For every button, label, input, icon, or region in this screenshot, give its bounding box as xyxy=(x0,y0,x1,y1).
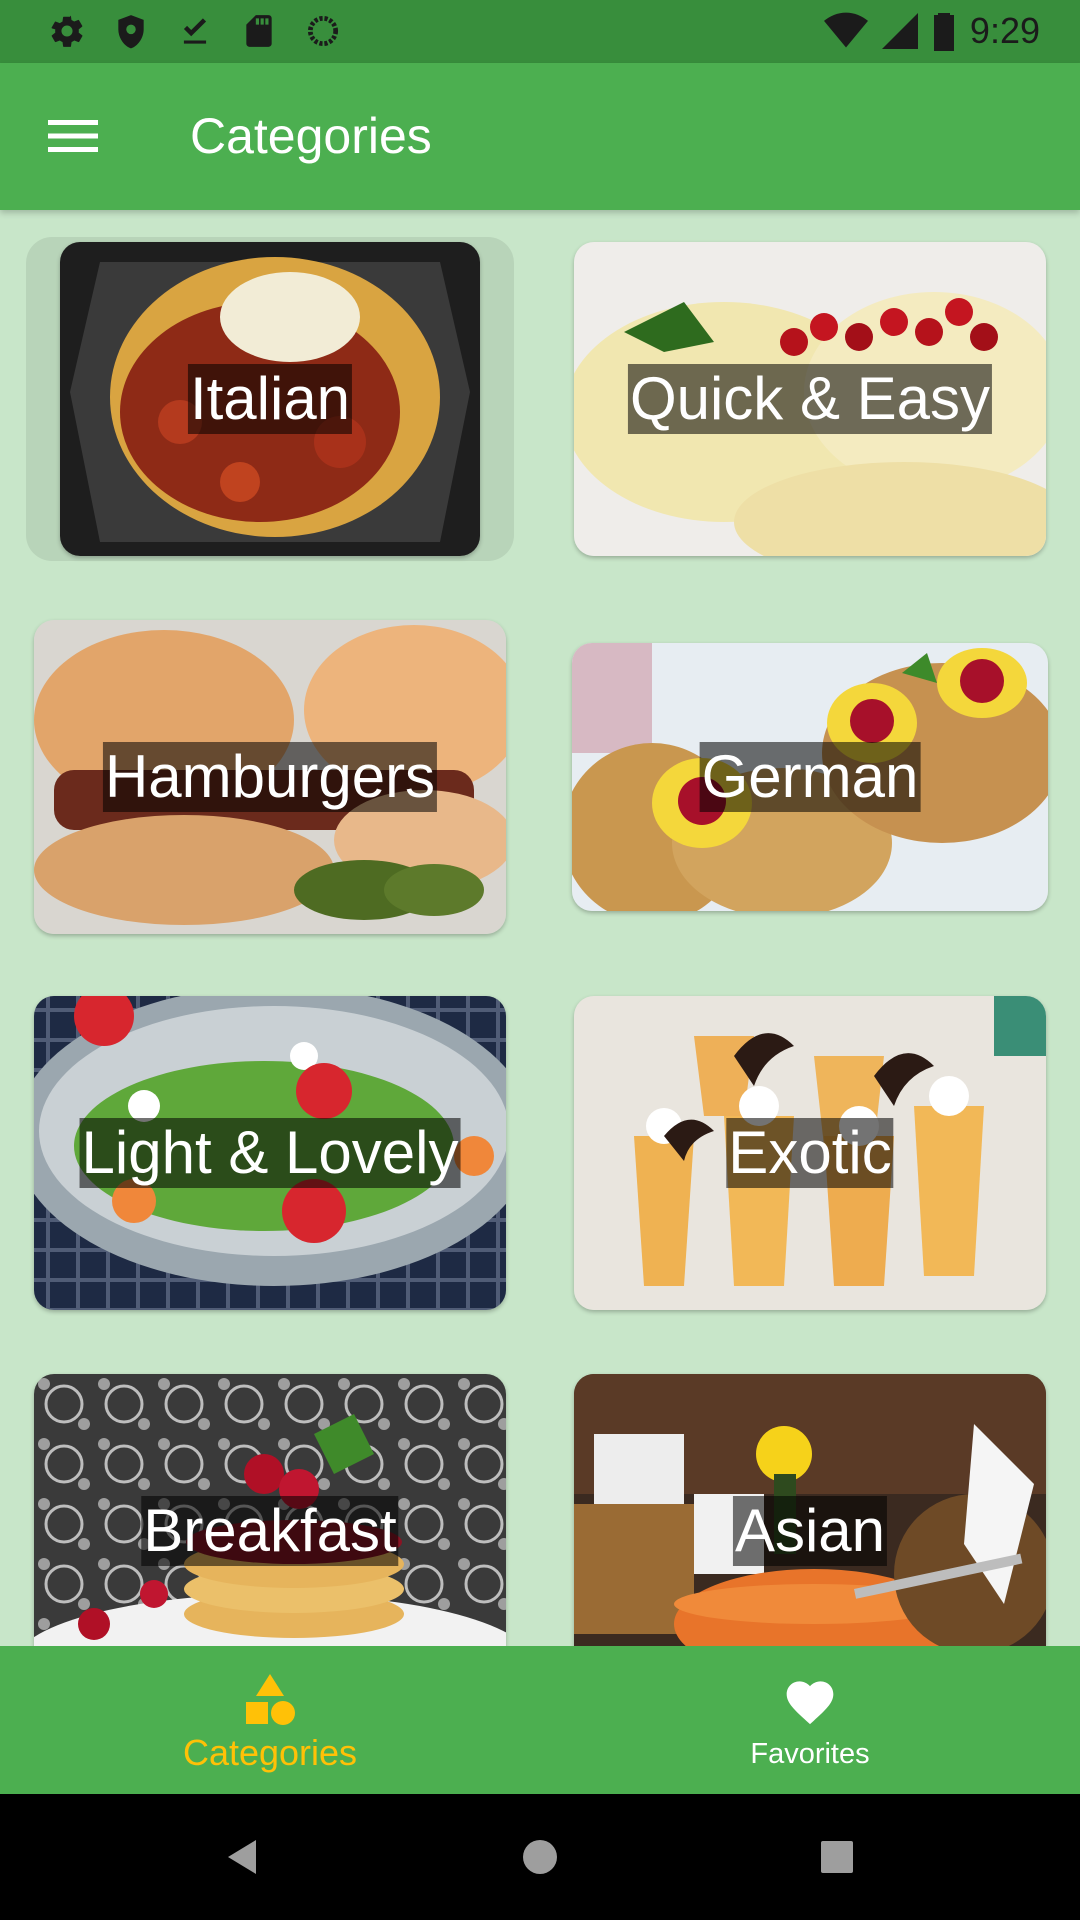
category-label: Light & Lovely xyxy=(79,1118,461,1188)
category-label: Breakfast xyxy=(141,1496,399,1566)
menu-button[interactable] xyxy=(36,103,110,169)
category-card-breakfast[interactable]: Breakfast xyxy=(34,1374,506,1646)
category-label: Hamburgers xyxy=(102,742,438,812)
nav-item-categories[interactable]: Categories xyxy=(0,1646,540,1794)
category-card-hamburgers[interactable]: Hamburgers xyxy=(34,620,506,934)
signal-icon xyxy=(881,13,918,49)
system-navigation-bar xyxy=(0,1794,1080,1920)
category-label: Quick & Easy xyxy=(627,364,993,434)
nav-item-favorites[interactable]: Favorites xyxy=(540,1646,1080,1794)
back-icon[interactable] xyxy=(218,1832,268,1882)
menu-icon xyxy=(48,120,98,152)
status-time: 9:29 xyxy=(969,10,1040,51)
category-card-quick-easy[interactable]: Quick & Easy xyxy=(574,242,1046,556)
nav-label-favorites: Favorites xyxy=(750,1738,870,1770)
category-card-exotic[interactable]: Exotic xyxy=(574,996,1046,1310)
category-card-asian[interactable]: Asian xyxy=(574,1374,1046,1646)
recents-icon[interactable] xyxy=(812,1832,862,1882)
category-label: German xyxy=(699,742,921,812)
wifi-icon xyxy=(823,12,868,48)
category-grid: Italian Quick & Easy Hamburgers German L… xyxy=(0,210,1080,1646)
battery-icon xyxy=(933,13,954,51)
settings-icon xyxy=(51,15,83,47)
nav-label-categories: Categories xyxy=(182,1732,358,1773)
sd-card-icon xyxy=(246,15,272,47)
category-card-german[interactable]: German xyxy=(572,643,1048,911)
heart-icon xyxy=(786,1681,834,1725)
shield-icon xyxy=(118,15,144,49)
app-bar: Categories xyxy=(0,63,1080,210)
category-label: Italian xyxy=(187,364,353,434)
category-icon xyxy=(246,1674,295,1725)
category-card-light-lovely[interactable]: Light & Lovely xyxy=(34,996,506,1310)
home-icon[interactable] xyxy=(515,1832,565,1882)
category-label: Exotic xyxy=(726,1118,894,1188)
sync-circle-icon xyxy=(307,15,339,47)
download-done-icon xyxy=(183,18,207,44)
bottom-navigation: Categories Favorites xyxy=(0,1646,1080,1794)
category-card-italian[interactable]: Italian xyxy=(60,242,480,556)
category-label: Asian xyxy=(732,1496,888,1566)
page-title: Categories xyxy=(190,108,432,164)
status-bar: 9:29 xyxy=(0,0,1080,63)
